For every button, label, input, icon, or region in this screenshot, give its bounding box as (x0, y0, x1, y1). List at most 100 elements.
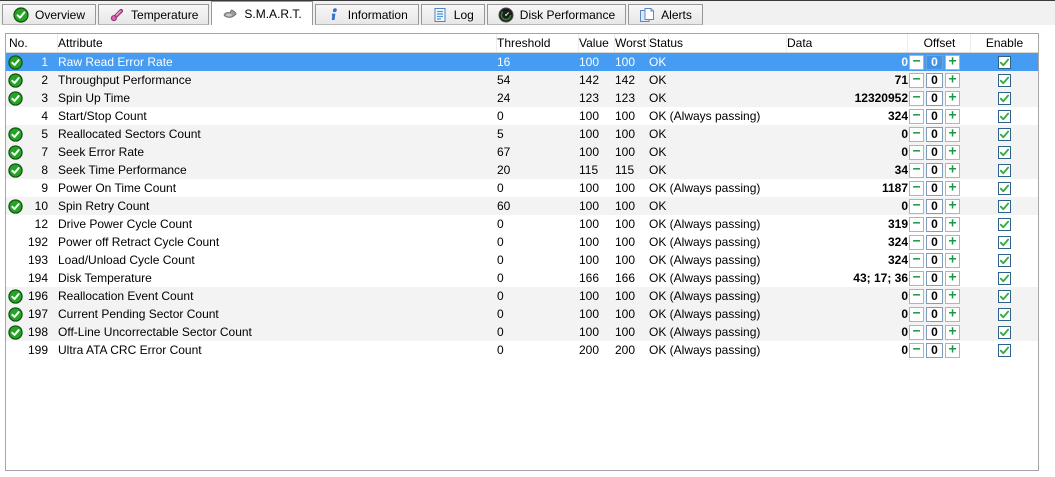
table-row[interactable]: 5 Reallocated Sectors Count 5 100 100 OK 0−0 + (6, 125, 1038, 143)
offset-value[interactable]: 0 (926, 288, 943, 304)
offset-increase-button[interactable]: + (945, 72, 960, 88)
offset-value[interactable]: 0 (926, 252, 943, 268)
table-row[interactable]: 193 Load/Unload Cycle Count 0 100 100 OK (Alw… (6, 251, 1038, 269)
offset-increase-button[interactable]: + (945, 216, 960, 232)
tab-temperature[interactable]: Temperature (98, 4, 210, 25)
offset-increase-button[interactable]: + (945, 180, 960, 196)
offset-value[interactable]: 0 (926, 234, 943, 250)
offset-decrease-button[interactable]: − (909, 72, 924, 88)
offset-value[interactable]: 0 (926, 144, 943, 160)
offset-increase-button[interactable]: + (945, 342, 960, 358)
offset-value[interactable]: 0 (926, 342, 943, 358)
enable-checkbox[interactable] (998, 73, 1011, 87)
enable-checkbox[interactable] (998, 253, 1011, 267)
table-row[interactable]: 2 Throughput Performance 54 142 142 OK 71−0 + (6, 71, 1038, 89)
offset-increase-button[interactable]: + (945, 90, 960, 106)
offset-decrease-button[interactable]: − (909, 108, 924, 124)
tab-disk-performance[interactable]: Disk Performance (486, 4, 627, 25)
offset-value[interactable]: 0 (926, 90, 943, 106)
offset-increase-button[interactable]: + (945, 288, 960, 304)
tab-information[interactable]: Information (314, 4, 419, 25)
table-row[interactable]: 12 Drive Power Cycle Count 0 100 100 OK (Alwa… (6, 215, 1038, 233)
offset-decrease-button[interactable]: − (909, 90, 924, 106)
offset-decrease-button[interactable]: − (909, 216, 924, 232)
offset-decrease-button[interactable]: − (909, 252, 924, 268)
table-row[interactable]: 7 Seek Error Rate 67 100 100 OK 0−0 + (6, 143, 1038, 161)
enable-checkbox[interactable] (998, 235, 1011, 249)
enable-checkbox[interactable] (998, 217, 1011, 231)
table-row[interactable]: 198 Off-Line Uncorrectable Sector Count 0 1… (6, 323, 1038, 341)
offset-increase-button[interactable]: + (945, 234, 960, 250)
offset-value[interactable]: 0 (926, 108, 943, 124)
table-row[interactable]: 10 Spin Retry Count 60 100 100 OK 0−0 + (6, 197, 1038, 215)
enable-checkbox[interactable] (998, 271, 1011, 285)
offset-increase-button[interactable]: + (945, 144, 960, 160)
table-row[interactable]: 199 Ultra ATA CRC Error Count 0 200 200 OK (A… (6, 341, 1038, 359)
offset-decrease-button[interactable]: − (909, 342, 924, 358)
enable-checkbox[interactable] (998, 181, 1011, 195)
table-row[interactable]: 1 Raw Read Error Rate 16 100 100 OK 0−0 + (6, 53, 1038, 71)
column-header-attribute[interactable]: Attribute (58, 34, 497, 52)
offset-decrease-button[interactable]: − (909, 144, 924, 160)
offset-decrease-button[interactable]: − (909, 54, 924, 70)
offset-value[interactable]: 0 (926, 270, 943, 286)
column-header-status[interactable]: Status (649, 34, 787, 52)
enable-checkbox[interactable] (998, 163, 1011, 177)
column-header-worst[interactable]: Worst (615, 34, 649, 52)
offset-increase-button[interactable]: + (945, 306, 960, 322)
offset-value[interactable]: 0 (926, 306, 943, 322)
offset-decrease-button[interactable]: − (909, 288, 924, 304)
table-row[interactable]: 8 Seek Time Performance 20 115 115 OK 34−0 + (6, 161, 1038, 179)
offset-value[interactable]: 0 (926, 216, 943, 232)
enable-checkbox[interactable] (998, 91, 1011, 105)
tab-alerts[interactable]: Alerts (628, 4, 703, 25)
enable-checkbox[interactable] (998, 199, 1011, 213)
offset-value[interactable]: 0 (926, 162, 943, 178)
offset-decrease-button[interactable]: − (909, 180, 924, 196)
offset-decrease-button[interactable]: − (909, 162, 924, 178)
offset-decrease-button[interactable]: − (909, 324, 924, 340)
table-row[interactable]: 197 Current Pending Sector Count 0 100 100 OK… (6, 305, 1038, 323)
column-header-data[interactable]: Data (787, 34, 908, 52)
enable-checkbox[interactable] (998, 307, 1011, 321)
enable-checkbox[interactable] (998, 145, 1011, 159)
offset-value[interactable]: 0 (926, 324, 943, 340)
offset-increase-button[interactable]: + (945, 270, 960, 286)
tab-smart[interactable]: S.M.A.R.T. (211, 1, 313, 25)
offset-increase-button[interactable]: + (945, 54, 960, 70)
offset-increase-button[interactable]: + (945, 162, 960, 178)
offset-increase-button[interactable]: + (945, 324, 960, 340)
tab-log[interactable]: Log (420, 4, 485, 25)
offset-decrease-button[interactable]: − (909, 306, 924, 322)
offset-decrease-button[interactable]: − (909, 234, 924, 250)
enable-checkbox[interactable] (998, 109, 1011, 123)
offset-value[interactable]: 0 (926, 54, 943, 70)
tab-overview[interactable]: Overview (2, 4, 97, 25)
column-header-no[interactable]: No. (6, 34, 58, 52)
enable-checkbox[interactable] (998, 55, 1011, 69)
column-header-threshold[interactable]: Threshold (497, 34, 579, 52)
offset-value[interactable]: 0 (926, 72, 943, 88)
offset-increase-button[interactable]: + (945, 126, 960, 142)
table-row[interactable]: 4 Start/Stop Count 0 100 100 OK (Always passi… (6, 107, 1038, 125)
column-header-value[interactable]: Value (579, 34, 615, 52)
column-header-enable[interactable]: Enable (971, 34, 1038, 52)
table-row[interactable]: 9 Power On Time Count 0 100 100 OK (Always pa… (6, 179, 1038, 197)
table-row[interactable]: 192 Power off Retract Cycle Count 0 100 100 O… (6, 233, 1038, 251)
table-row[interactable]: 196 Reallocation Event Count 0 100 100 OK (Al… (6, 287, 1038, 305)
column-header-offset[interactable]: Offset (908, 34, 971, 52)
offset-value[interactable]: 0 (926, 180, 943, 196)
offset-increase-button[interactable]: + (945, 252, 960, 268)
enable-checkbox[interactable] (998, 127, 1011, 141)
offset-value[interactable]: 0 (926, 198, 943, 214)
enable-checkbox[interactable] (998, 289, 1011, 303)
enable-checkbox[interactable] (998, 325, 1011, 339)
offset-decrease-button[interactable]: − (909, 270, 924, 286)
offset-increase-button[interactable]: + (945, 108, 960, 124)
offset-value[interactable]: 0 (926, 126, 943, 142)
offset-increase-button[interactable]: + (945, 198, 960, 214)
enable-checkbox[interactable] (998, 343, 1011, 357)
table-row[interactable]: 3 Spin Up Time 24 123 123 OK 12320952−0 + (6, 89, 1038, 107)
table-row[interactable]: 194 Disk Temperature 0 166 166 OK (Always pas… (6, 269, 1038, 287)
offset-decrease-button[interactable]: − (909, 126, 924, 142)
